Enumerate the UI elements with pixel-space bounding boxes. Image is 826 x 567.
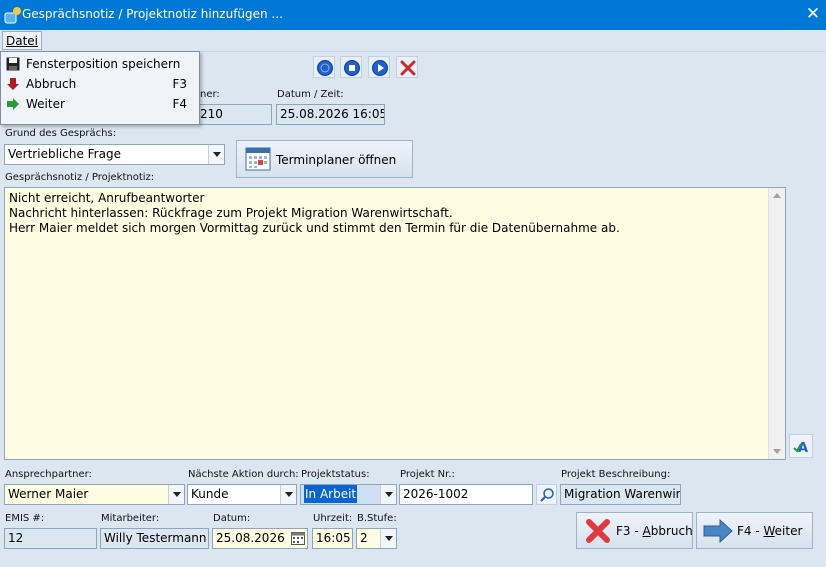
title-bar: Gesprächsnotiz / Projektnotiz hinzufügen… [0,0,826,30]
chevron-down-icon[interactable] [208,145,224,164]
menu-item-label: Weiter [26,97,65,111]
grund-select[interactable]: Vertriebliche Frage [4,144,225,165]
naechste-aktion-value: Kunde [191,487,229,501]
projekt-nr-input[interactable]: 2026-1002 [399,484,533,505]
chevron-down-icon[interactable] [280,485,296,504]
grund-label: Grund des Gesprächs: [5,128,117,139]
abbruch-button[interactable]: F3 - Abbruch [576,512,693,549]
weiter-label: F4 - Weiter [737,524,803,538]
app-icon [4,7,21,24]
delete-x-icon [400,60,416,76]
notiz-line: Herr Maier meldet sich morgen Vormittag … [9,221,620,235]
emis-field: 12 [4,528,97,549]
stop-button[interactable] [340,56,362,78]
scroll-up-icon[interactable] [773,193,781,198]
datum-zeit-field: 25.08.2026 16:05:3 [276,104,385,125]
datum-label: Datum: [213,513,251,524]
notiz-scrollbar[interactable] [768,188,785,459]
ansprechpartner-label: Ansprechpartner: [5,469,92,480]
projekt-nr-label: Projekt Nr.: [400,469,455,480]
projektstatus-value: In Arbeit [304,485,358,503]
window-title: Gesprächsnotiz / Projektnotiz hinzufügen… [22,7,283,21]
bstufe-value: 2 [360,531,368,545]
chevron-down-icon[interactable] [168,485,184,504]
close-icon[interactable]: ✕ [802,4,824,26]
terminplaner-button[interactable]: Terminplaner öffnen [236,140,413,178]
notiz-label: Gesprächsnotiz / Projektnotiz: [5,172,155,183]
projektstatus-select[interactable]: In Arbeit [300,484,397,505]
calendar-icon[interactable] [291,532,305,545]
scroll-down-icon[interactable] [773,449,781,454]
stop-circle-icon [344,60,360,76]
menu-bar [0,30,826,51]
menu-item-abbruch[interactable]: Abbruch F3 [1,74,199,94]
projekt-search-button[interactable] [536,484,557,505]
menu-item-shortcut: F4 [172,97,187,111]
bstufe-select[interactable]: 2 [356,528,397,549]
record-circle-icon [317,60,333,76]
mitarbeiter-label: Mitarbeiter: [101,513,160,524]
ansprechpartner-value: Werner Maier [8,487,89,501]
terminplaner-label: Terminplaner öffnen [276,153,397,167]
grund-value: Vertriebliche Frage [8,147,121,161]
delete-button[interactable] [396,56,418,78]
arrow-right-icon [703,518,733,544]
menu-item-label: Abbruch [26,77,77,91]
menu-item-weiter[interactable]: Weiter F4 [1,94,199,114]
menu-item-shortcut: F3 [172,77,187,91]
notiz-textarea[interactable]: Nicht erreicht, Anrufbeantworter Nachric… [4,187,786,460]
emis-label: EMIS #: [5,513,45,524]
record-button[interactable] [313,56,335,78]
abbruch-label: F3 - Abbruch [616,524,693,538]
notiz-line: Nicht erreicht, Anrufbeantworter [9,191,205,205]
datum-value: 25.08.2026 [216,531,285,545]
datum-zeit-label: Datum / Zeit: [277,89,344,100]
floppy-disk-icon [6,57,20,71]
play-circle-icon [372,60,388,76]
chevron-down-icon[interactable] [380,485,396,504]
naechste-aktion-select[interactable]: Kunde [187,484,297,505]
datei-dropdown-menu: Fensterposition speichern Abbruch F3 Wei… [0,51,200,125]
weiter-button[interactable]: F4 - Weiter [696,512,813,549]
ansprechpartner-select[interactable]: Werner Maier [4,484,185,505]
uhrzeit-input[interactable]: 16:05 [312,528,353,549]
menu-datei[interactable]: Datei [2,31,43,50]
partner-label: ner: [200,89,220,100]
notiz-line: Nachricht hinterlassen: Rückfrage zum Pr… [9,206,453,220]
chevron-down-icon[interactable] [380,529,396,548]
menu-item-label: Fensterposition speichern [26,57,181,71]
search-icon [540,488,554,502]
naechste-aktion-label: Nächste Aktion durch: [188,469,299,480]
cancel-x-icon [586,519,610,543]
arrow-right-green-icon [7,98,19,110]
bstufe-label: B.Stufe: [357,513,397,524]
projektstatus-label: Projektstatus: [301,469,370,480]
menu-item-fensterposition[interactable]: Fensterposition speichern [1,54,199,74]
play-button[interactable] [368,56,390,78]
partner-field: 210 [196,104,272,125]
projekt-beschreibung-field: Migration Warenwirt [560,484,681,505]
spellcheck-icon: A [793,441,808,455]
calendar-icon [245,147,271,171]
arrow-down-red-icon [7,78,19,90]
uhrzeit-label: Uhrzeit: [313,513,353,524]
mitarbeiter-field: Willy Testermann [100,528,209,549]
datum-input[interactable]: 25.08.2026 [212,528,308,549]
spellcheck-button[interactable]: A [789,434,813,458]
projekt-beschreibung-label: Projekt Beschreibung: [561,469,671,480]
